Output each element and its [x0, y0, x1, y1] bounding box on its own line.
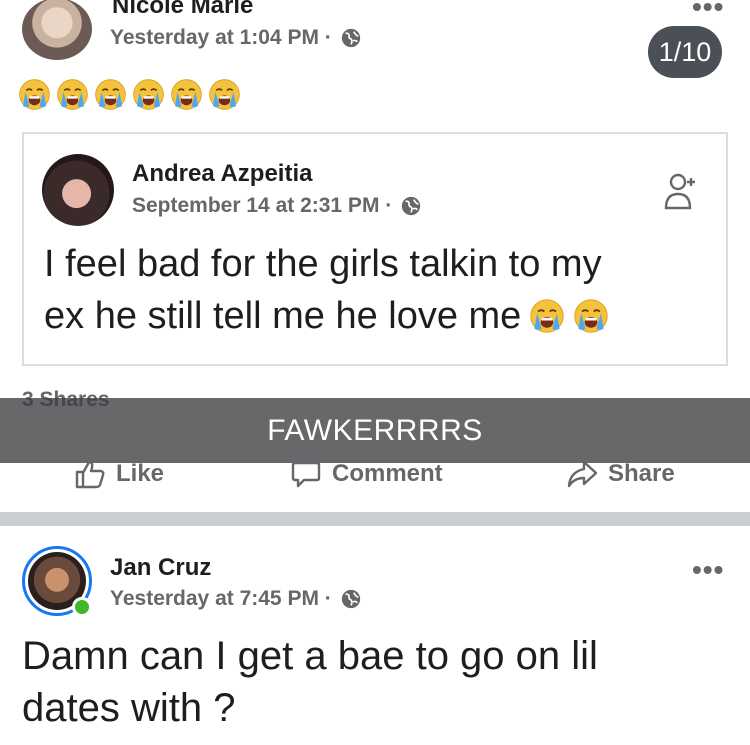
- like-button[interactable]: Like: [74, 458, 164, 490]
- comment-icon: [291, 461, 321, 488]
- shared-text-line-2-row: ex he still tell me he love me: [44, 290, 609, 342]
- avatar-andrea-azpeitia[interactable]: [42, 154, 114, 226]
- like-label: Like: [116, 460, 165, 487]
- share-label: Share: [608, 460, 675, 487]
- globe-icon: [400, 195, 422, 217]
- thumbs-up-icon: [75, 460, 105, 489]
- loudly-crying-emoji-icon: [208, 78, 241, 111]
- post-timestamp[interactable]: Yesterday at 7:45 PM ·: [110, 587, 362, 611]
- shared-text-line-2: ex he still tell me he love me: [44, 295, 522, 337]
- shared-text-line-1: I feel bad for the girls talkin to my: [44, 243, 602, 285]
- loudly-crying-emoji-icon: [132, 78, 165, 111]
- globe-icon: [340, 588, 362, 610]
- timestamp-text: September 14 at 2:31 PM ·: [132, 194, 393, 217]
- emoji-row: [18, 78, 241, 111]
- avatar-nicole-marie[interactable]: [22, 0, 92, 60]
- post-text: Damn can I get a bae to go on lil dates …: [22, 630, 598, 734]
- share-arrow-icon: [567, 460, 598, 488]
- post-text-line-2: dates with ?: [22, 686, 236, 730]
- comment-label: Comment: [332, 460, 443, 487]
- more-options-icon[interactable]: •••: [692, 0, 724, 21]
- more-options-icon[interactable]: •••: [692, 556, 724, 584]
- timestamp-text: Yesterday at 1:04 PM ·: [110, 26, 332, 49]
- globe-icon: [340, 27, 362, 49]
- feed-divider: [0, 512, 750, 526]
- post-text-line-1: Damn can I get a bae to go on lil: [22, 634, 598, 678]
- photo-counter-badge: 1/10: [648, 26, 722, 78]
- loudly-crying-emoji-icon: [529, 298, 565, 334]
- shared-timestamp[interactable]: September 14 at 2:31 PM ·: [132, 194, 422, 218]
- shared-post-text: I feel bad for the girls talkin to my ex…: [44, 238, 609, 342]
- comment-button[interactable]: Comment: [290, 458, 443, 490]
- story-caption-bar: FAWKERRRRS: [0, 398, 750, 463]
- shared-author-name[interactable]: Andrea Azpeitia: [132, 160, 312, 188]
- online-status-indicator: [72, 597, 92, 617]
- loudly-crying-emoji-icon: [94, 78, 127, 111]
- loudly-crying-emoji-icon: [170, 78, 203, 111]
- loudly-crying-emoji-icon: [573, 298, 609, 334]
- post-timestamp[interactable]: Yesterday at 1:04 PM ·: [110, 26, 362, 50]
- loudly-crying-emoji-icon: [18, 78, 51, 111]
- timestamp-text: Yesterday at 7:45 PM ·: [110, 587, 332, 610]
- share-button[interactable]: Share: [566, 458, 675, 490]
- post-author-name[interactable]: Jan Cruz: [110, 554, 211, 582]
- add-friend-icon[interactable]: [664, 172, 698, 210]
- caption-text: FAWKERRRRS: [267, 413, 483, 447]
- post-author-name[interactable]: Nicole Marie: [112, 0, 253, 20]
- loudly-crying-emoji-icon: [56, 78, 89, 111]
